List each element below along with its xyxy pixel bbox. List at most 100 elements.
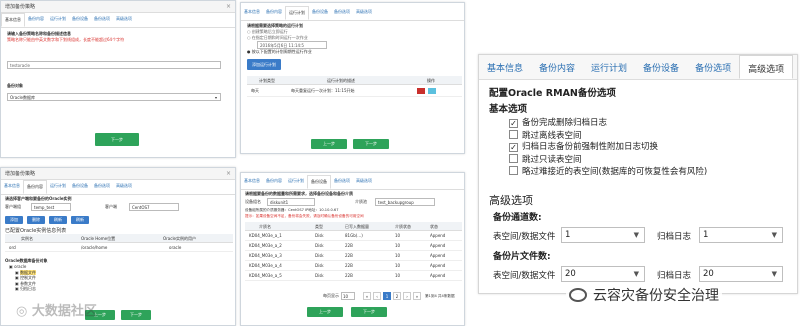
tab-backup-options[interactable]: 备份选项 [91, 180, 113, 194]
tab-backup-content[interactable]: 备份内容 [263, 6, 285, 20]
prev-button[interactable]: 上一步 [307, 307, 343, 317]
table-row[interactable]: KD04_M03e_a_1 Disk 81Gb(…) 10 Append [245, 231, 462, 241]
page-prev[interactable]: ‹ [373, 292, 381, 300]
cell: 22B [345, 253, 353, 258]
table-row[interactable]: KD04_M03e_a_2 Disk 22B 10 Append [245, 241, 462, 251]
refresh-button-2[interactable]: 刷新 [71, 216, 89, 224]
delete-button[interactable]: 删除 [27, 216, 45, 224]
client-select[interactable]: CentOS7 [129, 203, 179, 211]
client-group-select[interactable]: temp_test [31, 203, 71, 211]
tab-backup-device[interactable]: 备份设备 [309, 6, 331, 20]
device-warning: 提示：如果设备空间不足，备份将会失败，请及时确认备份设备的可用空间 [245, 214, 364, 218]
option-skip-readonly[interactable]: 跳过只读表空间 [509, 153, 707, 167]
tab-basic-info[interactable]: 基本信息 [479, 55, 531, 79]
option-skip-inaccessible[interactable]: 略过难接近的表空间(数据库的可恢复性会有风险) [509, 166, 707, 179]
prev-button[interactable]: 上一步 [311, 139, 347, 149]
cell: KD04_M03e_a_2 [249, 243, 282, 248]
cell: 22B [345, 263, 353, 268]
tab-schedule[interactable]: 运行计划 [47, 13, 69, 27]
device-group-label: 设备组名 [245, 199, 261, 204]
tab-backup-content[interactable]: 备份内容 [263, 175, 285, 189]
schedule-panel: 基本信息 备份内容 运行计划 备份设备 备份选项 高级选项 请根据需要选择策略的… [240, 2, 465, 154]
device-group-select[interactable]: diskunit1 [267, 198, 315, 206]
option-delete-archivelog[interactable]: ✓ 备份完成删除归档日志 [509, 118, 707, 130]
tab-bar: 基本信息 备份内容 运行计划 备份设备 备份选项 高级选项 [241, 175, 464, 190]
cell: 10 [395, 263, 401, 268]
checkbox-checked[interactable]: ✓ [509, 143, 518, 152]
arc-channels-select[interactable]: 1 ▼ [699, 227, 783, 243]
cell: 10 [395, 273, 401, 278]
add-button[interactable]: 添加 [5, 216, 23, 224]
tab-backup-options[interactable]: 备份选项 [91, 13, 113, 27]
edit-icon[interactable] [428, 88, 436, 94]
arc-files-select[interactable]: 20 ▼ [699, 266, 783, 282]
tab-backup-options[interactable]: 备份选项 [331, 175, 353, 189]
next-button[interactable]: 下一步 [351, 307, 387, 317]
media-pool-select[interactable]: test_backupgroup [375, 198, 435, 206]
tab-advanced-options[interactable]: 高级选项 [113, 13, 135, 27]
radio-run-once[interactable]: ○ 在指定日期和时间运行一次作业 [247, 35, 462, 41]
option-force-log-switch[interactable]: ✓ 归档日志备份前强制性附加日志切换 [509, 142, 707, 154]
tab-schedule[interactable]: 运行计划 [285, 175, 307, 189]
name-warning: 策略名称只能由中英文数字和下划线组成，长度不能超过64个字符 [7, 37, 125, 42]
tab-basic-info[interactable]: 基本信息 [241, 6, 263, 20]
tab-schedule[interactable]: 运行计划 [583, 55, 635, 79]
tab-backup-device[interactable]: 备份设备 [307, 175, 331, 189]
tab-advanced-options[interactable]: 高级选项 [739, 55, 794, 79]
cell: 10 [395, 243, 401, 248]
backup-object-select[interactable]: Oracle数据库 ▾ [7, 93, 221, 101]
checkbox[interactable] [509, 166, 518, 175]
next-button[interactable]: 下一步 [353, 139, 389, 149]
delete-icon[interactable] [417, 88, 425, 94]
add-schedule-button[interactable]: 添加运行计划 [247, 59, 281, 70]
tree-item[interactable]: ▣ 归档日志 [9, 286, 233, 292]
tab-backup-content[interactable]: 备份内容 [23, 180, 47, 194]
tab-backup-options[interactable]: 备份选项 [331, 6, 353, 20]
tab-backup-device[interactable]: 备份设备 [69, 180, 91, 194]
tab-basic-info[interactable]: 基本信息 [241, 175, 263, 189]
ts-files-select[interactable]: 20 ▼ [561, 266, 645, 282]
next-button[interactable]: 下一步 [121, 310, 151, 320]
datetime-input[interactable]: 2016年5月6日 11:14:5 [257, 41, 327, 49]
tab-backup-device[interactable]: 备份设备 [69, 13, 91, 27]
page-1[interactable]: 1 [383, 292, 391, 300]
tab-backup-content[interactable]: 备份内容 [25, 13, 47, 27]
tab-basic-info[interactable]: 基本信息 [1, 180, 23, 194]
tab-schedule[interactable]: 运行计划 [285, 6, 309, 20]
refresh-button[interactable]: 刷新 [49, 216, 67, 224]
table-row[interactable]: KD04_M03e_a_3 Disk 22B 10 Append [245, 251, 462, 261]
tab-basic-info[interactable]: 基本信息 [1, 13, 25, 27]
page-size-select[interactable]: 10 [341, 292, 355, 300]
page-first[interactable]: « [363, 292, 371, 300]
client-group-label: 客户端组 [5, 204, 21, 209]
cell: 81Gb(…) [345, 233, 363, 238]
page-last[interactable]: » [413, 292, 421, 300]
ts-channels-select[interactable]: 1 ▼ [561, 227, 645, 243]
checkbox-checked[interactable]: ✓ [509, 119, 518, 128]
page-2[interactable]: 2 [393, 292, 401, 300]
checkbox[interactable] [509, 153, 518, 163]
tab-advanced-options[interactable]: 高级选项 [353, 175, 375, 189]
tab-schedule[interactable]: 运行计划 [47, 180, 69, 194]
table-row[interactable]: orcl /oracle/home oracle [5, 243, 233, 252]
pagination: 每页显示 10 « ‹ 1 2 › » 第1到4 共4条数据 [245, 291, 462, 301]
ts-files-label: 表空间/数据文件 [493, 271, 556, 281]
policy-name-input[interactable]: testoracle [7, 61, 221, 69]
page-next[interactable]: › [403, 292, 411, 300]
next-button[interactable]: 下一步 [95, 133, 139, 146]
close-icon[interactable]: × [226, 1, 231, 13]
ts-channels-label: 表空间/数据文件 [493, 232, 556, 242]
tab-backup-content[interactable]: 备份内容 [531, 55, 583, 79]
close-icon[interactable]: × [226, 168, 231, 180]
col-status: 状态 [430, 224, 438, 229]
table-row[interactable]: KD04_M03e_a_4 Disk 22B 10 Append [245, 261, 462, 271]
table-row[interactable]: KD04_M03e_a_5 Disk 22B 10 Append [245, 271, 462, 281]
tab-backup-options[interactable]: 备份选项 [687, 55, 739, 79]
tab-backup-device[interactable]: 备份设备 [635, 55, 687, 79]
radio-run-periodic[interactable]: ● 按以下配置的计划周期性运行作业 [247, 49, 462, 55]
option-skip-offline[interactable]: 跳过离线表空间 [509, 129, 707, 143]
tab-advanced-options[interactable]: 高级选项 [113, 180, 135, 194]
checkbox[interactable] [509, 129, 518, 139]
cell: Disk [315, 263, 324, 268]
tab-advanced-options[interactable]: 高级选项 [353, 6, 375, 20]
